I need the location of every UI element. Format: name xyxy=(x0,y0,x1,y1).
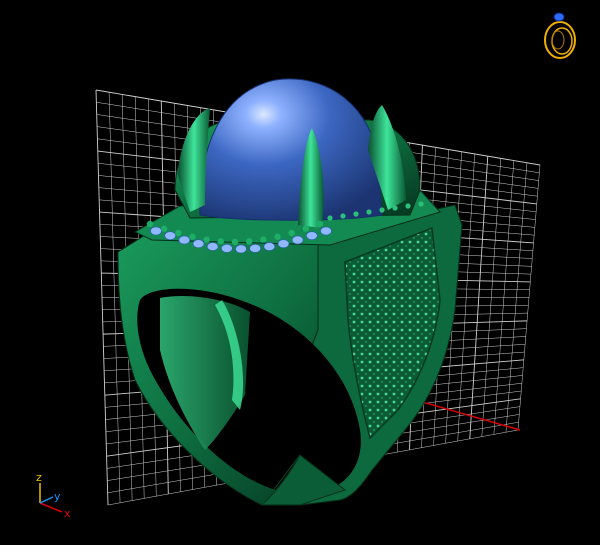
bead xyxy=(405,203,411,209)
ring-icon[interactable] xyxy=(544,12,576,59)
bead xyxy=(418,201,424,207)
scene-canvas[interactable]: x y z xyxy=(0,0,600,545)
bead xyxy=(203,236,210,243)
bead xyxy=(353,211,359,217)
accent-stone xyxy=(164,231,176,240)
accent-stone xyxy=(249,244,261,253)
bead xyxy=(217,238,225,245)
accent-stone xyxy=(320,226,332,236)
accent-stone xyxy=(235,244,247,254)
bead xyxy=(160,225,168,232)
accent-stone xyxy=(263,242,276,251)
accent-stone xyxy=(150,226,162,236)
bead xyxy=(146,220,154,228)
bead xyxy=(379,207,385,213)
bead xyxy=(366,209,372,215)
accent-stone xyxy=(178,235,191,245)
bead xyxy=(175,229,182,237)
accent-stone xyxy=(206,242,219,251)
bead xyxy=(288,229,295,237)
accent-stone xyxy=(192,239,205,249)
gizmo-x-line xyxy=(39,502,63,513)
accent-stone xyxy=(277,239,290,249)
bead xyxy=(260,236,267,243)
gizmo-y-line xyxy=(39,496,54,504)
bead xyxy=(316,220,324,228)
bead xyxy=(274,233,281,240)
bead xyxy=(392,205,398,211)
accent-stone xyxy=(291,235,304,245)
cabochon-stone[interactable] xyxy=(199,78,383,221)
gizmo-z-label: z xyxy=(36,471,42,484)
gizmo-y-label: y xyxy=(54,490,61,503)
orientation-gizmo[interactable]: x y z xyxy=(36,471,71,520)
ring-icon-stone xyxy=(553,12,565,22)
bead xyxy=(302,225,310,232)
bead xyxy=(327,215,333,221)
accent-stone xyxy=(306,231,318,240)
accent-stone xyxy=(221,244,233,253)
bead xyxy=(340,213,346,219)
bead xyxy=(189,233,196,240)
bead xyxy=(245,238,253,245)
3d-viewport[interactable]: x y z xyxy=(0,0,600,545)
gizmo-x-label: x xyxy=(64,507,71,520)
bead xyxy=(231,238,239,246)
